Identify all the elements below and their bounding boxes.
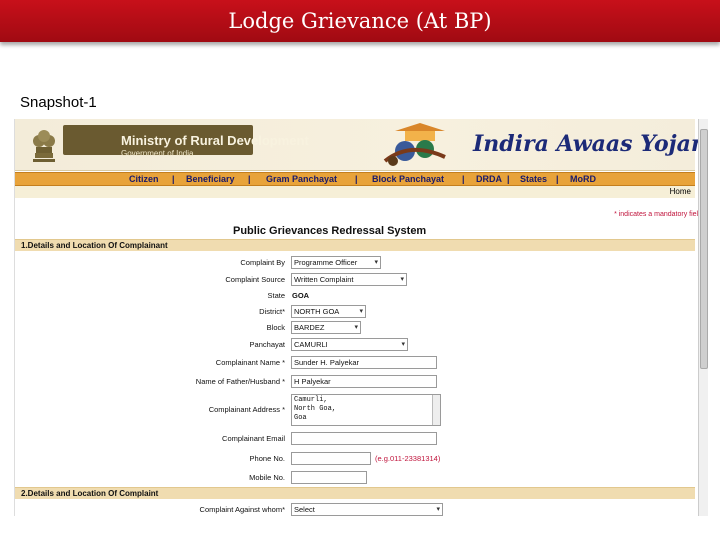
state-value: GOA — [292, 291, 310, 300]
nav-beneficiary[interactable]: Beneficiary — [186, 173, 235, 186]
nav-block-panchayat[interactable]: Block Panchayat — [372, 173, 444, 186]
nav-mord[interactable]: MoRD — [570, 173, 596, 186]
district-label: District* — [259, 307, 285, 316]
snapshot-label: Snapshot-1 — [20, 94, 97, 111]
textarea-scrollbar[interactable] — [432, 395, 440, 425]
email-label: Complainant Email — [222, 434, 285, 443]
address-textarea[interactable]: Camurli, North Goa, Goa — [291, 394, 441, 426]
home-link[interactable]: Home — [670, 186, 691, 198]
mobile-label: Mobile No. — [249, 473, 285, 482]
nav-separator: | — [507, 174, 510, 184]
phone-label: Phone No. — [249, 454, 285, 463]
email-input[interactable] — [291, 432, 437, 445]
father-name-input[interactable]: H Palyekar — [291, 375, 437, 388]
complainant-name-label: Complainant Name * — [215, 358, 285, 367]
complaint-by-select[interactable]: Programme Officer — [291, 256, 381, 269]
complainant-name-input[interactable]: Sunder H. Palyekar — [291, 356, 437, 369]
nav-separator: | — [248, 174, 251, 184]
nav-separator: | — [556, 174, 559, 184]
block-label: Block — [266, 323, 285, 332]
complaint-source-select[interactable]: Written Complaint — [291, 273, 407, 286]
complaint-against-select[interactable]: Select — [291, 503, 443, 516]
site-header: Ministry of Rural Development Government… — [15, 119, 708, 171]
nav-separator: | — [355, 174, 358, 184]
nav-separator: | — [172, 174, 175, 184]
ministry-name: Ministry of Rural Development — [121, 133, 309, 148]
panchayat-select[interactable]: CAMURLI — [291, 338, 408, 351]
slide-title: Lodge Grievance (At BP) — [0, 0, 720, 42]
address-line: Goa — [294, 414, 307, 422]
scheme-illustration-icon — [383, 123, 446, 166]
screenshot-window: Ministry of Rural Development Government… — [14, 119, 708, 516]
father-name-label: Name of Father/Husband * — [195, 377, 285, 386]
ministry-logo[interactable]: Ministry of Rural Development Government… — [63, 125, 309, 158]
phone-input[interactable] — [291, 452, 371, 465]
phone-hint: (e.g.011-23381314) — [375, 454, 441, 463]
complaint-source-label: Complaint Source — [225, 275, 285, 284]
panchayat-label: Panchayat — [249, 340, 285, 349]
complaint-against-label: Complaint Against whom* — [199, 505, 285, 514]
scrollbar-thumb[interactable] — [700, 129, 708, 369]
state-label: State — [267, 291, 285, 300]
block-select[interactable]: BARDEZ — [291, 321, 361, 334]
section-complainant: 1.Details and Location Of Complainant — [15, 239, 695, 251]
scheme-name: Indira Awaas Yojana — [473, 131, 708, 157]
nav-gram-panchayat[interactable]: Gram Panchayat — [266, 173, 337, 186]
main-nav: Citizen | Beneficiary | Gram Panchayat |… — [15, 172, 695, 186]
page-scrollbar[interactable] — [698, 119, 708, 516]
nav-citizen[interactable]: Citizen — [129, 173, 159, 186]
nav-drda[interactable]: DRDA — [476, 173, 502, 186]
complaint-by-label: Complaint By — [240, 258, 285, 267]
nav-separator: | — [462, 174, 465, 184]
address-line: North Goa, — [294, 405, 337, 413]
section-complaint: 2.Details and Location Of Complaint — [15, 487, 695, 499]
mandatory-note: * indicates a mandatory field — [614, 211, 702, 218]
mobile-input[interactable] — [291, 471, 367, 484]
national-emblem-icon — [33, 130, 55, 162]
nav-states[interactable]: States — [520, 173, 547, 186]
ministry-subtitle: Government of India — [121, 149, 194, 158]
address-label: Complainant Address * — [208, 405, 285, 414]
district-select[interactable]: NORTH GOA — [291, 305, 366, 318]
home-bar: Home — [15, 186, 695, 198]
form-title: Public Grievances Redressal System — [233, 225, 427, 237]
address-line: Camurli, — [294, 396, 328, 404]
